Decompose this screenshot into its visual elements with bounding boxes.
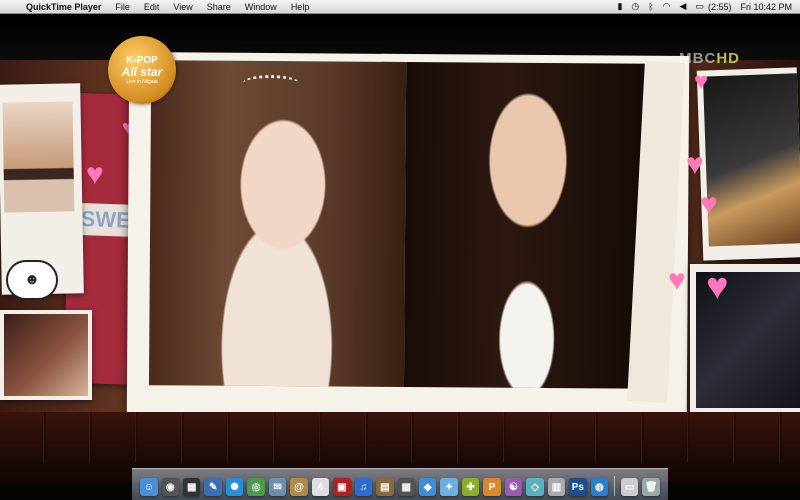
status-area: ▮ ◷ ᛒ ◠ ◀ ▭ (2:55) Fri 10:42 PM	[608, 1, 800, 12]
msn-icon[interactable]: ✦	[440, 478, 458, 496]
utility-icon[interactable]: ◇	[526, 478, 544, 496]
floor-panel	[322, 412, 366, 462]
floor-panel	[460, 412, 504, 462]
itunes-icon[interactable]: ♫	[354, 478, 373, 496]
floor-panel	[46, 412, 90, 462]
floor-panel	[368, 412, 412, 462]
wifi-icon[interactable]: ◠	[663, 1, 671, 12]
floor-panel	[598, 412, 642, 462]
menu-share[interactable]: Share	[207, 2, 231, 12]
tiara-shape	[243, 74, 300, 92]
dreamweaver-icon[interactable]: ☯	[504, 478, 523, 496]
battery-icon[interactable]: ▭	[695, 1, 704, 12]
heart-icon: ♥	[686, 148, 704, 181]
preview-icon[interactable]: ✎	[204, 478, 222, 496]
main-photo-right	[403, 61, 662, 389]
safari-icon[interactable]: ✺	[225, 478, 244, 496]
ical-icon[interactable]: 4	[311, 478, 330, 496]
floor-panel	[736, 412, 780, 462]
volume-icon[interactable]: ◀	[680, 1, 687, 12]
menu-clock[interactable]: Fri 10:42 PM	[740, 2, 792, 12]
cyberduck-icon[interactable]: P	[483, 478, 501, 496]
menu-help[interactable]: Help	[291, 2, 310, 12]
menu-window[interactable]: Window	[245, 2, 277, 12]
logo-line-2: All star	[121, 64, 163, 79]
menu-edit[interactable]: Edit	[144, 2, 160, 12]
menu-file[interactable]: File	[115, 2, 130, 12]
dock: ☺ ◉ ▦ ✎ ✺ ◎ ✉ @4 ▣ ♫ ▤ ▩ ◆ ✦ ✚ P ☯ ◇ ▥ Ps ◍ ▭ 🗑	[132, 468, 668, 500]
floor-panel	[644, 412, 688, 462]
logo-line-3: Live in Niigata	[126, 78, 158, 85]
address-book-icon[interactable]: @	[290, 478, 308, 496]
heart-icon: ♥	[700, 188, 718, 221]
channel-name: MBC	[679, 50, 717, 67]
skype-icon[interactable]: ✚	[461, 478, 480, 496]
photoshop-icon[interactable]: Ps	[569, 478, 587, 496]
right-photo-card	[696, 67, 800, 261]
automator-icon[interactable]: ▥	[547, 478, 566, 496]
floor-panel	[0, 412, 44, 462]
floor-panel	[414, 412, 458, 462]
dashboard-icon[interactable]: ◉	[161, 478, 179, 496]
app-menu-quicktime[interactable]: QuickTime Player	[22, 2, 101, 12]
floor-panel	[690, 412, 734, 462]
dock-separator	[614, 476, 616, 496]
left-bottom-photo	[4, 314, 88, 396]
left-bottom-card	[0, 310, 92, 400]
kpop-allstar-logo: K-POP All star Live in Niigata	[108, 36, 176, 104]
smiley-speech-icon: ☻	[6, 260, 58, 300]
bluetooth-icon[interactable]: ᛒ	[648, 2, 653, 12]
floor-panel	[506, 412, 550, 462]
mission-control-icon[interactable]: ▦	[182, 478, 201, 496]
floor-panel	[276, 412, 320, 462]
menu-view[interactable]: View	[173, 2, 192, 12]
main-photo-left	[148, 60, 407, 387]
script-menu-icon[interactable]: ▮	[617, 1, 622, 12]
iphoto-icon[interactable]: ▤	[376, 478, 394, 496]
left-photo	[2, 101, 75, 213]
mail-icon[interactable]: ✉	[268, 478, 287, 496]
messenger-icon[interactable]: ◆	[418, 478, 437, 496]
channel-hd: HD	[716, 50, 740, 67]
app-store-icon[interactable]: ▩	[397, 478, 415, 496]
floor-panel	[138, 412, 182, 462]
battery-time[interactable]: (2:55)	[708, 2, 732, 12]
floor-panel	[92, 412, 136, 462]
floor-panel	[230, 412, 274, 462]
heart-icon: ♥	[668, 264, 686, 297]
heart-icon: ♥	[86, 158, 104, 191]
photo-booth-icon[interactable]: ▣	[333, 478, 351, 496]
main-photo-frame	[126, 52, 690, 426]
floor-panel	[184, 412, 228, 462]
facetime-icon[interactable]: ◎	[247, 478, 265, 496]
floor-panel	[782, 412, 800, 462]
video-frame[interactable]: SWE ☻ ♥ ♥ ♥ ♥ ♥ ♥ ♥	[0, 14, 800, 500]
finder-icon[interactable]: ☺	[140, 478, 158, 496]
floor-panel	[552, 412, 596, 462]
time-machine-icon[interactable]: ◷	[631, 1, 639, 12]
network-icon[interactable]: ◍	[590, 478, 609, 496]
documents-icon[interactable]: ▭	[621, 478, 639, 496]
trash-icon[interactable]: 🗑	[642, 478, 660, 496]
heart-icon: ♥	[706, 266, 729, 308]
heart-icon: ♥	[694, 68, 709, 95]
channel-watermark: MBCHD	[679, 50, 740, 67]
menu-bar: QuickTime Player File Edit View Share Wi…	[0, 0, 800, 14]
logo-line-1: K-POP	[126, 54, 158, 66]
